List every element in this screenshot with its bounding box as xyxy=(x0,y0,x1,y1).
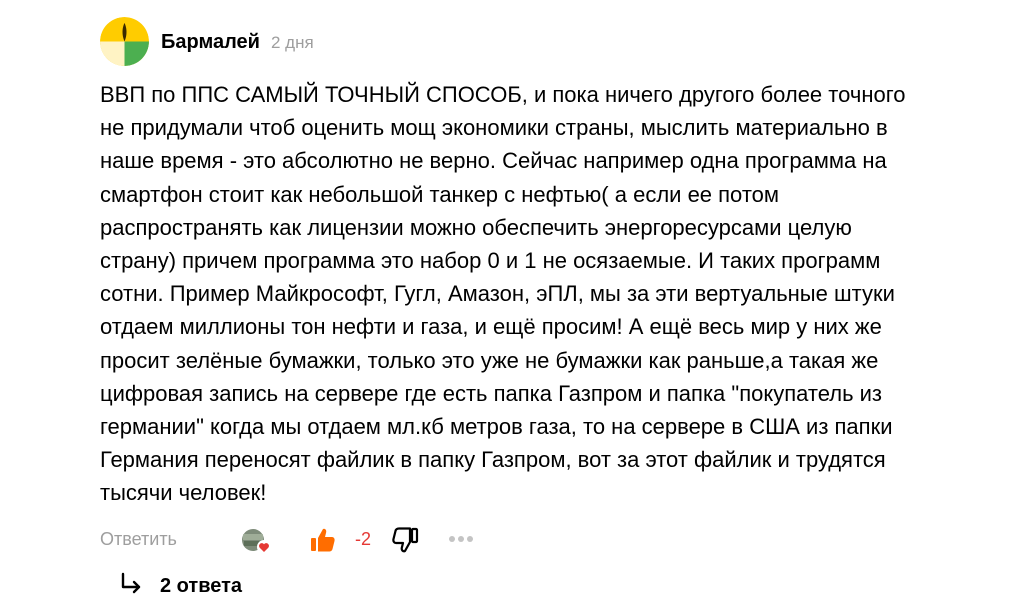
avatar-icon xyxy=(100,17,149,66)
reply-arrow-icon xyxy=(120,572,142,601)
comment-actions: Ответить -2 xyxy=(100,522,1000,558)
thumb-down-icon[interactable] xyxy=(392,526,420,554)
comment: Бармалей 2 дня ВВП по ППС САМЫЙ ТОЧНЫЙ С… xyxy=(0,0,1026,616)
more-dots-icon[interactable] xyxy=(447,526,477,552)
score-value: -2 xyxy=(355,529,372,549)
reply-button[interactable]: Ответить xyxy=(100,529,177,550)
thumb-up-icon[interactable] xyxy=(308,526,336,554)
replies-toggle[interactable]: 2 ответа xyxy=(120,571,242,601)
author-name[interactable]: Бармалей xyxy=(161,31,260,54)
reactor-avatar-heart-icon[interactable] xyxy=(240,526,271,556)
comment-header: Бармалей 2 дня xyxy=(161,31,314,55)
comment-text: ВВП по ППС САМЫЙ ТОЧНЫЙ СПОСОБ, и пока н… xyxy=(100,82,906,506)
author-avatar[interactable] xyxy=(100,17,149,66)
comment-time: 2 дня xyxy=(270,33,314,52)
replies-count: 2 ответа xyxy=(160,574,243,597)
